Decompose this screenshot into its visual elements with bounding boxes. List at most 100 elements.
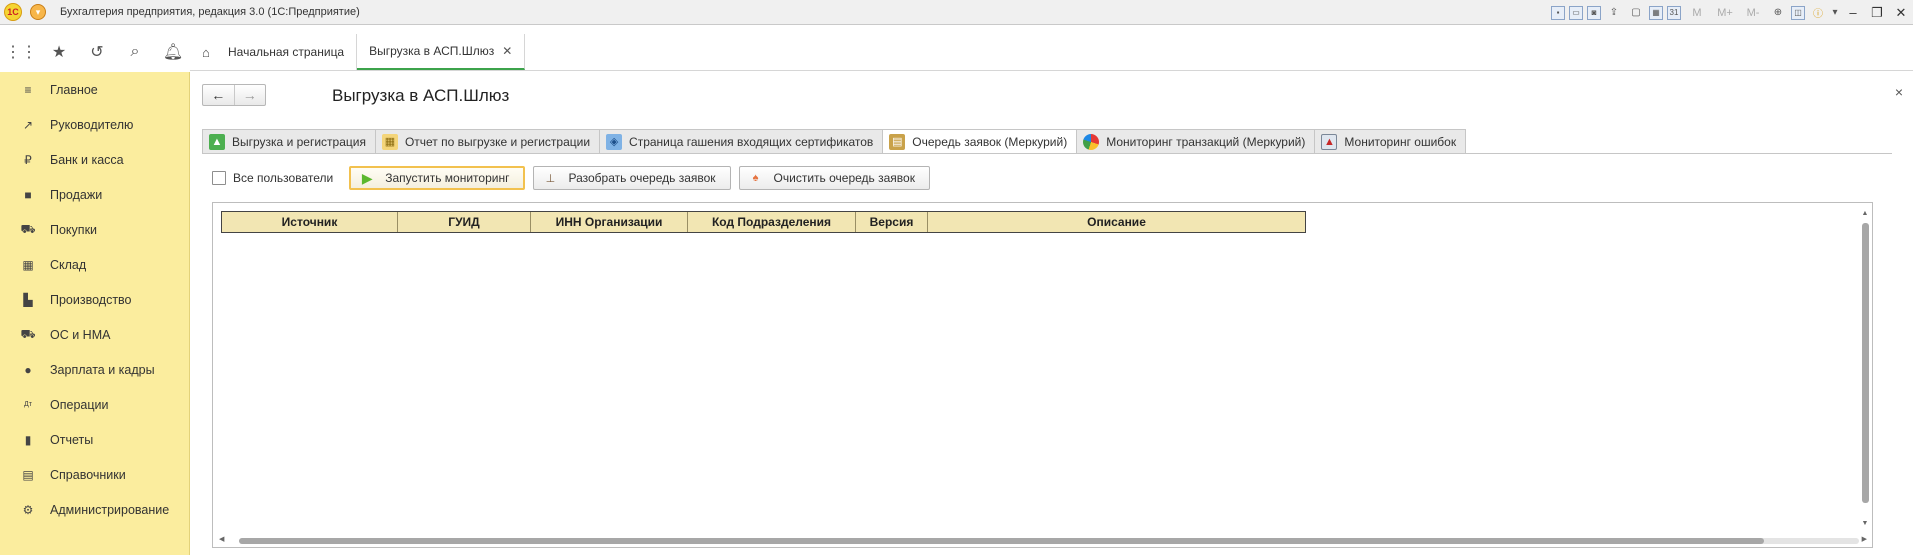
column-header-source[interactable]: Источник (222, 212, 398, 232)
scroll-up-icon[interactable]: ▲ (1860, 209, 1870, 219)
global-toolbar: ⋮⋮ ★ ↺ ⌕ 🔔︎ (0, 34, 190, 70)
preview-icon[interactable]: ◙ (1587, 5, 1601, 20)
sidebar-item-production[interactable]: ▙ Производство (0, 282, 189, 317)
scroll-down-icon[interactable]: ▼ (1860, 519, 1870, 529)
tab-certificates[interactable]: ◈ Страница гашения входящих сертификатов (600, 129, 884, 154)
column-header-description[interactable]: Описание (928, 212, 1305, 232)
sidebar-item-label: Зарплата и кадры (50, 362, 155, 377)
calendar-icon[interactable]: 31 (1667, 5, 1681, 20)
tab-label: Отчет по выгрузке и регистрации (404, 134, 591, 149)
scroll-left-icon[interactable]: ◀ (219, 535, 224, 545)
copy-link-icon[interactable]: ▢ (1627, 4, 1645, 22)
tab-transaction-monitoring[interactable]: Мониторинг транзакций (Меркурий) (1077, 129, 1316, 154)
sidebar-item-label: ОС и НМА (50, 327, 111, 342)
sidebar-item-operations[interactable]: Дт Операции (0, 387, 189, 422)
sidebar-item-catalogs[interactable]: ▤ Справочники (0, 457, 189, 492)
report-grid-icon: ▦ (381, 133, 398, 150)
zoom-icon[interactable]: ⊕ (1769, 4, 1787, 22)
sidebar-item-main[interactable]: ≡ Главное (0, 72, 189, 107)
memory-button[interactable]: M (1685, 4, 1709, 22)
tab-export-registration[interactable]: ▲ Выгрузка и регистрация (202, 129, 376, 154)
restore-button[interactable]: ❐ (1867, 4, 1887, 22)
tab-close-icon[interactable]: ✕ (502, 44, 512, 58)
book-icon: ▤ (22, 467, 34, 482)
search-icon[interactable]: ⌕ (120, 38, 150, 66)
column-header-version[interactable]: Версия (856, 212, 928, 232)
close-window-button[interactable]: ✕ (1891, 4, 1911, 22)
back-button[interactable]: ← (203, 85, 234, 105)
notifications-bell-icon[interactable]: 🔔︎ (158, 38, 188, 66)
info-icon[interactable]: ⓘ (1809, 4, 1827, 22)
monitor-error-icon: ▲ (1321, 133, 1338, 150)
tab-export-report[interactable]: ▦ Отчет по выгрузке и регистрации (375, 129, 601, 154)
clear-queue-button[interactable]: ♠ Очистить очередь заявок (738, 166, 930, 190)
vertical-scrollbar[interactable]: ▲ ▼ (1860, 209, 1870, 529)
all-users-label[interactable]: Все пользователи (233, 171, 333, 185)
apps-grid-icon[interactable]: ⋮⋮ (5, 38, 37, 66)
sidebar-item-manager[interactable]: ↗ Руководителю (0, 107, 189, 142)
sidebar-item-label: Банк и касса (50, 152, 124, 167)
sidebar-item-label: Покупки (50, 222, 98, 237)
sidebar-item-label: Операции (50, 397, 109, 412)
sidebar-item-sales[interactable]: ■ Продажи (0, 177, 189, 212)
panels-icon[interactable]: ◫ (1791, 5, 1805, 20)
sidebar-item-salary[interactable]: ● Зарплата и кадры (0, 352, 189, 387)
tab-error-monitoring[interactable]: ▲ Мониторинг ошибок (1315, 129, 1467, 154)
minimize-button[interactable]: – (1843, 4, 1863, 22)
form-close-icon[interactable]: × (1895, 84, 1903, 100)
queue-book-icon: ▤ (889, 133, 906, 150)
plunger-icon: ⊥ (545, 172, 556, 185)
main-menu-icon[interactable]: ▾ (30, 4, 46, 20)
sidebar-item-label: Руководителю (50, 117, 134, 132)
tab-label: Очередь заявок (Меркурий) (912, 134, 1068, 149)
all-users-checkbox[interactable] (212, 171, 226, 185)
scroll-thumb[interactable] (1862, 223, 1869, 503)
sidebar-item-label: Производство (50, 292, 132, 307)
history-icon[interactable]: ↺ (82, 38, 112, 66)
tab-request-queue[interactable]: ▤ Очередь заявок (Меркурий) (883, 129, 1078, 154)
calculator-icon[interactable]: ▦ (1649, 5, 1663, 20)
queue-table[interactable]: Источник ГУИД ИНН Организации Код Подраз… (212, 202, 1873, 548)
sidebar-item-reports[interactable]: ▮ Отчеты (0, 422, 189, 457)
forward-button[interactable]: → (233, 85, 266, 105)
scroll-thumb[interactable] (239, 538, 1764, 544)
save-icon[interactable]: ▪ (1551, 5, 1565, 20)
bag-icon: ■ (24, 187, 32, 202)
truck-icon: ⛟ (20, 326, 36, 341)
sidebar-item-label: Продажи (50, 187, 103, 202)
column-header-inn[interactable]: ИНН Организации (531, 212, 688, 232)
column-header-guid[interactable]: ГУИД (398, 212, 531, 232)
memory-plus-button[interactable]: M+ (1713, 4, 1737, 22)
warehouse-icon: ▦ (22, 257, 34, 272)
sidebar-item-admin[interactable]: ⚙ Администрирование (0, 492, 189, 527)
broom-icon: ♠ (752, 172, 759, 184)
sidebar-item-purchases[interactable]: ⛟ Покупки (0, 212, 189, 247)
pie-chart-icon (1083, 133, 1100, 150)
tab-label: Мониторинг ошибок (1344, 134, 1457, 149)
tab-home[interactable]: ⌂ Начальная страница (190, 34, 358, 70)
parse-queue-button[interactable]: ⊥ Разобрать очередь заявок (533, 166, 731, 190)
titlebar-toolbar: ▪ ▭ ◙ ⇪ ▢ ▦ 31 M M+ M- ⊕ ◫ ⓘ ▾ – ❐ ✕ (1549, 0, 1913, 25)
horizontal-scrollbar[interactable]: ◀ ▶ (219, 535, 1867, 545)
sidebar-item-label: Отчеты (50, 432, 94, 447)
tab-export-asp[interactable]: Выгрузка в АСП.Шлюз ✕ (357, 34, 526, 70)
favorites-star-icon[interactable]: ★ (44, 38, 74, 66)
sidebar-item-fixed-assets[interactable]: ⛟ ОС и НМА (0, 317, 189, 352)
info-dropdown-icon[interactable]: ▾ (1831, 4, 1839, 22)
attach-icon[interactable]: ⇪ (1605, 4, 1623, 22)
ruble-coin-icon: ₽ (24, 152, 32, 167)
sidebar: ≡ Главное ↗ Руководителю ₽ Банк и касса ■ Пр… (0, 72, 190, 555)
tab-label: Страница гашения входящих сертификатов (629, 134, 874, 149)
sidebar-item-bank[interactable]: ₽ Банк и касса (0, 142, 189, 177)
app-logo-icon[interactable]: 1С (4, 3, 22, 21)
column-header-subdivision[interactable]: Код Подразделения (688, 212, 856, 232)
memory-minus-button[interactable]: M- (1741, 4, 1765, 22)
print-icon[interactable]: ▭ (1569, 5, 1583, 20)
history-nav: ← → (202, 84, 266, 106)
scroll-right-icon[interactable]: ▶ (1862, 535, 1867, 545)
start-monitoring-button[interactable]: ▶ Запустить мониторинг (349, 166, 526, 190)
sidebar-item-warehouse[interactable]: ▦ Склад (0, 247, 189, 282)
trend-icon: ↗ (22, 117, 34, 132)
tab-export-asp-label: Выгрузка в АСП.Шлюз (369, 44, 495, 58)
play-icon: ▶ (361, 169, 373, 186)
